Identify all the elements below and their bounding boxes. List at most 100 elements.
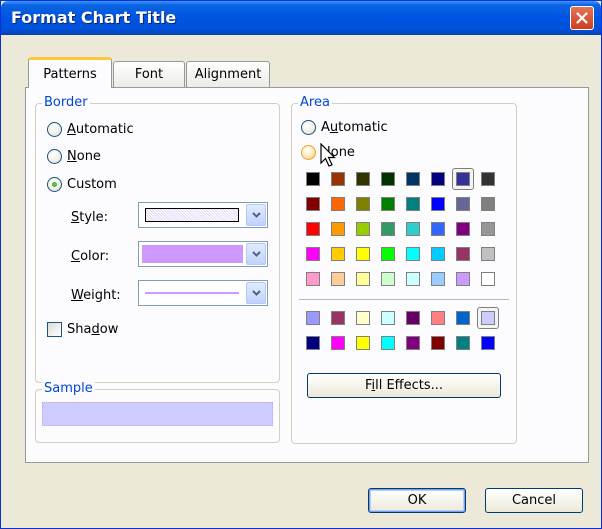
color-swatch[interactable] bbox=[481, 247, 495, 261]
cancel-button[interactable]: Cancel bbox=[485, 488, 583, 513]
color-swatch[interactable] bbox=[331, 172, 345, 186]
radio-indicator[interactable] bbox=[47, 149, 62, 164]
color-swatch[interactable] bbox=[481, 272, 495, 286]
color-swatch[interactable] bbox=[356, 336, 370, 350]
color-swatch[interactable] bbox=[431, 311, 445, 325]
fill-effects-label: Fill Effects... bbox=[364, 378, 444, 393]
color-swatch[interactable] bbox=[356, 272, 370, 286]
color-swatch[interactable] bbox=[356, 172, 370, 186]
radio-indicator[interactable] bbox=[301, 145, 316, 160]
border-automatic-radio[interactable]: Automatic bbox=[47, 122, 134, 137]
border-none-label: None bbox=[67, 149, 101, 164]
color-swatch[interactable] bbox=[306, 272, 320, 286]
color-swatch[interactable] bbox=[356, 197, 370, 211]
color-swatch[interactable] bbox=[331, 197, 345, 211]
color-swatch[interactable] bbox=[406, 311, 420, 325]
color-swatch[interactable] bbox=[331, 247, 345, 261]
chevron-down-icon bbox=[251, 251, 261, 257]
border-group: Border Automatic None Custom Style: Colo bbox=[35, 95, 280, 383]
color-swatch[interactable] bbox=[356, 247, 370, 261]
color-swatch[interactable] bbox=[356, 311, 370, 325]
border-custom-label: Custom bbox=[67, 177, 117, 192]
color-swatch[interactable] bbox=[481, 311, 495, 325]
color-swatch[interactable] bbox=[406, 336, 420, 350]
color-dropdown[interactable] bbox=[138, 241, 268, 267]
color-swatch[interactable] bbox=[306, 197, 320, 211]
color-dropdown-button[interactable] bbox=[246, 243, 266, 265]
radio-indicator[interactable] bbox=[47, 177, 62, 192]
color-swatch[interactable] bbox=[431, 247, 445, 261]
fill-effects-button[interactable]: Fill Effects... bbox=[307, 373, 501, 398]
title-bar[interactable]: Format Chart Title bbox=[1, 1, 601, 35]
weight-dropdown-button[interactable] bbox=[246, 282, 266, 304]
color-swatch[interactable] bbox=[456, 247, 470, 261]
chevron-down-icon bbox=[251, 212, 261, 218]
border-custom-radio[interactable]: Custom bbox=[47, 177, 117, 192]
color-swatch[interactable] bbox=[306, 247, 320, 261]
color-swatch[interactable] bbox=[481, 197, 495, 211]
color-swatch[interactable] bbox=[431, 222, 445, 236]
area-automatic-radio[interactable]: Automatic bbox=[301, 120, 388, 135]
radio-indicator[interactable] bbox=[47, 122, 62, 137]
radio-indicator[interactable] bbox=[301, 120, 316, 135]
color-swatch[interactable] bbox=[406, 247, 420, 261]
color-swatch[interactable] bbox=[331, 222, 345, 236]
color-swatch[interactable] bbox=[431, 197, 445, 211]
color-swatch[interactable] bbox=[381, 222, 395, 236]
sample-group: Sample bbox=[35, 381, 280, 443]
color-swatch[interactable] bbox=[456, 222, 470, 236]
ok-button[interactable]: OK bbox=[368, 488, 466, 513]
color-swatch[interactable] bbox=[381, 336, 395, 350]
color-swatch[interactable] bbox=[406, 272, 420, 286]
tab-font[interactable]: Font bbox=[113, 61, 185, 87]
color-swatch[interactable] bbox=[456, 336, 470, 350]
color-swatch[interactable] bbox=[381, 172, 395, 186]
color-swatch[interactable] bbox=[381, 197, 395, 211]
tab-font-label: Font bbox=[134, 67, 164, 82]
color-swatch[interactable] bbox=[431, 172, 445, 186]
weight-label: Weight: bbox=[71, 288, 121, 303]
format-chart-title-dialog: Format Chart Title Patterns Font Alignme… bbox=[0, 0, 602, 529]
color-swatch[interactable] bbox=[381, 272, 395, 286]
weight-dropdown[interactable] bbox=[138, 280, 268, 306]
close-button[interactable] bbox=[570, 6, 594, 30]
chevron-down-icon bbox=[251, 290, 261, 296]
tab-alignment[interactable]: Alignment bbox=[186, 61, 270, 87]
palette-divider bbox=[299, 299, 509, 300]
style-label: Style: bbox=[71, 210, 109, 225]
color-swatch[interactable] bbox=[381, 247, 395, 261]
color-swatch[interactable] bbox=[456, 311, 470, 325]
color-swatch[interactable] bbox=[381, 311, 395, 325]
color-swatch[interactable] bbox=[356, 222, 370, 236]
color-swatch[interactable] bbox=[431, 336, 445, 350]
color-swatch[interactable] bbox=[406, 197, 420, 211]
style-preview bbox=[145, 208, 239, 222]
color-swatch[interactable] bbox=[431, 272, 445, 286]
color-swatch[interactable] bbox=[481, 336, 495, 350]
color-swatch[interactable] bbox=[456, 172, 470, 186]
color-preview bbox=[142, 245, 243, 263]
color-swatch[interactable] bbox=[406, 222, 420, 236]
color-swatch[interactable] bbox=[331, 272, 345, 286]
tab-patterns[interactable]: Patterns bbox=[28, 57, 112, 88]
color-swatch[interactable] bbox=[306, 172, 320, 186]
style-dropdown[interactable] bbox=[138, 202, 268, 228]
color-swatch[interactable] bbox=[406, 172, 420, 186]
patterns-tab-panel: Border Automatic None Custom Style: Colo bbox=[25, 87, 589, 463]
color-swatch[interactable] bbox=[456, 272, 470, 286]
cancel-label: Cancel bbox=[511, 493, 557, 508]
weight-preview bbox=[145, 292, 239, 294]
color-swatch[interactable] bbox=[306, 336, 320, 350]
color-swatch[interactable] bbox=[481, 222, 495, 236]
border-legend: Border bbox=[42, 95, 90, 111]
style-dropdown-button[interactable] bbox=[246, 204, 266, 226]
color-swatch[interactable] bbox=[481, 172, 495, 186]
color-swatch[interactable] bbox=[306, 222, 320, 236]
color-swatch[interactable] bbox=[456, 197, 470, 211]
color-swatch[interactable] bbox=[306, 311, 320, 325]
checkbox-indicator[interactable] bbox=[47, 322, 62, 337]
color-swatch[interactable] bbox=[331, 336, 345, 350]
border-none-radio[interactable]: None bbox=[47, 149, 101, 164]
color-swatch[interactable] bbox=[331, 311, 345, 325]
shadow-checkbox[interactable]: Shadow bbox=[47, 322, 118, 337]
